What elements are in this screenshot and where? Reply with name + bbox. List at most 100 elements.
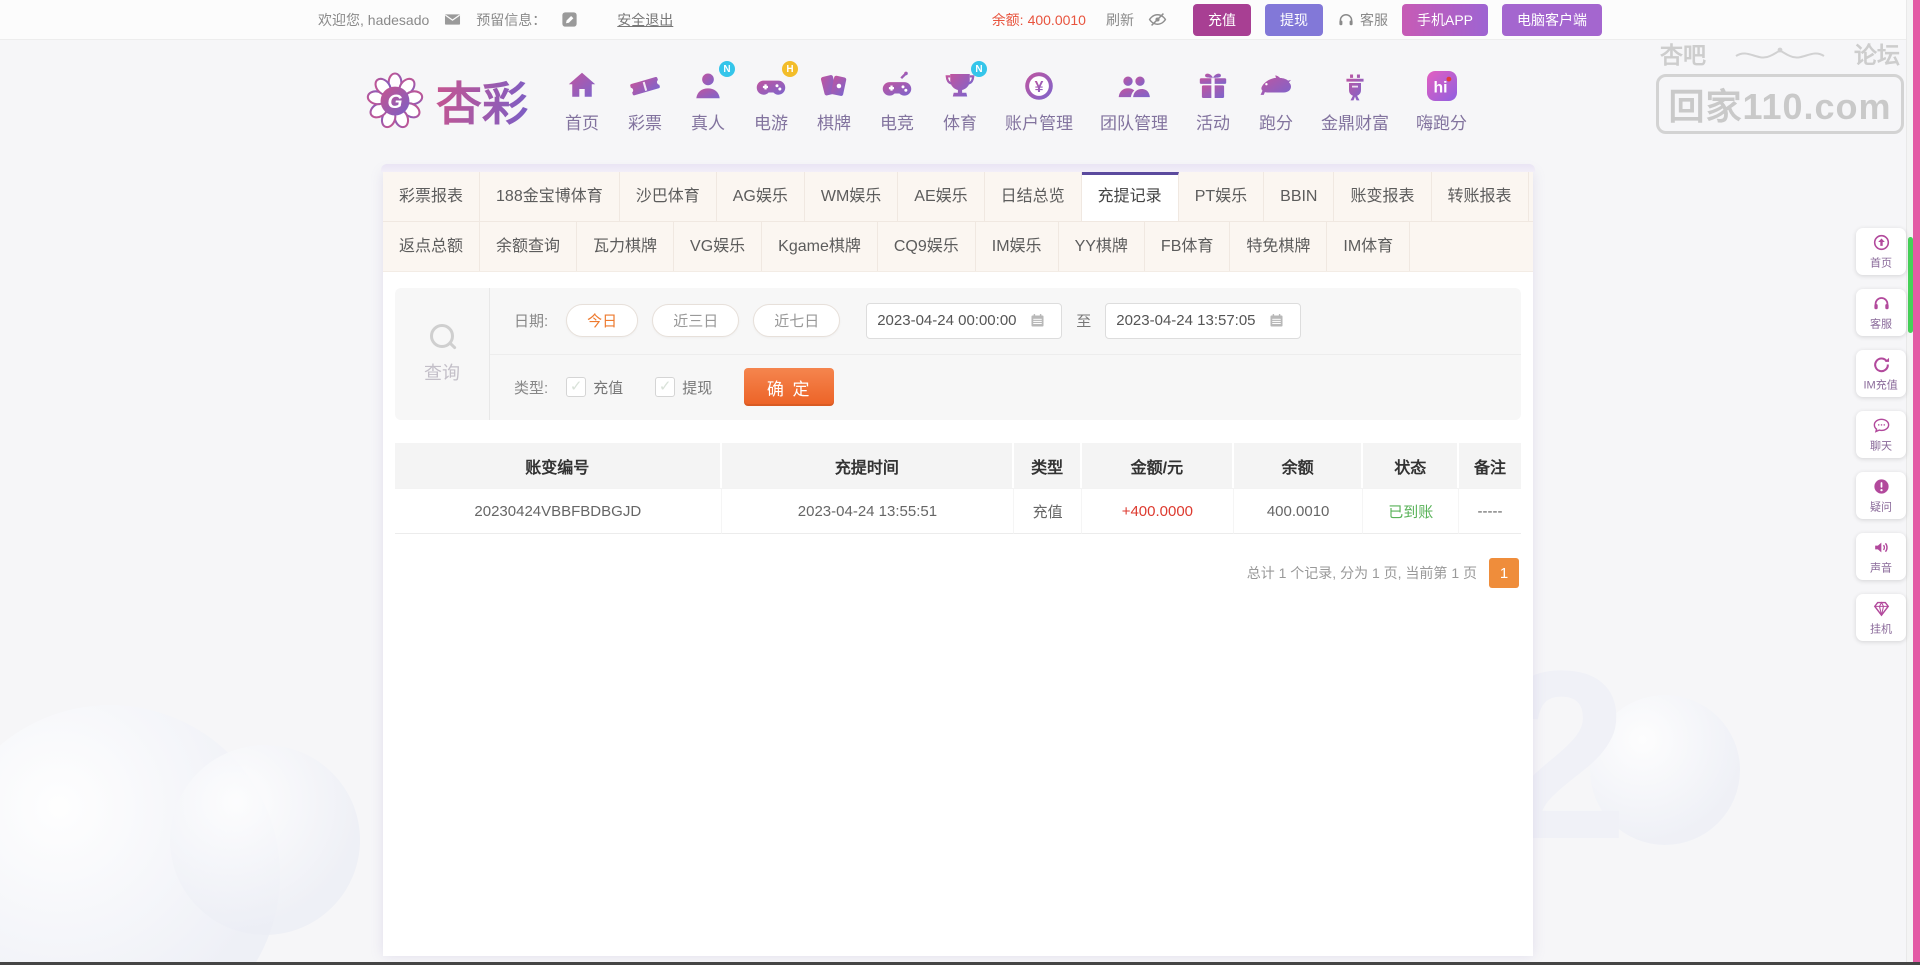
sidebar-item-idle[interactable]: 挂机 (1856, 594, 1906, 641)
sidebar-item-top[interactable]: 首页 (1856, 228, 1906, 275)
nav-item-jinding[interactable]: 金鼎财富 (1321, 68, 1389, 134)
gift-icon (1195, 68, 1231, 104)
decor-ball (1590, 695, 1740, 845)
tab-vg-yule[interactable]: VG娱乐 (674, 222, 762, 271)
esports-gamepad-icon (879, 68, 915, 104)
sidebar-item-im-recharge[interactable]: IM充值 (1856, 350, 1906, 397)
tab-temian-qipai[interactable]: 特免棋牌 (1230, 222, 1327, 271)
col-header-balance: 余额 (1234, 443, 1363, 488)
type-label: 类型: (514, 377, 548, 398)
tab-im-tiyu[interactable]: IM体育 (1327, 222, 1410, 271)
page-1-button[interactable]: 1 (1489, 558, 1519, 588)
welcome-text: 欢迎您, hadesado (318, 10, 429, 30)
preset-3days-button[interactable]: 近三日 (652, 304, 739, 337)
sidebar-item-chat[interactable]: 聊天 (1856, 411, 1906, 458)
checkbox-deposit[interactable]: ✓ 充值 (566, 377, 623, 398)
pagination-summary: 总计 1 个记录, 分为 1 页, 当前第 1 页 (1247, 563, 1477, 583)
tab-im-yule[interactable]: IM娱乐 (976, 222, 1059, 271)
mobile-app-button[interactable]: 手机APP (1402, 4, 1488, 36)
checkbox-box[interactable]: ✓ (655, 377, 675, 397)
cell-remark: ----- (1459, 488, 1521, 534)
site-logo[interactable]: G 杏彩 (362, 68, 528, 134)
checkbox-box[interactable]: ✓ (566, 377, 586, 397)
nav-item-esports[interactable]: 电竞 (879, 68, 915, 134)
customer-service-link[interactable]: 客服 (1337, 10, 1388, 30)
records-table: 账变编号 充提时间 类型 金额/元 余额 状态 备注 20230424VBBFB… (395, 443, 1521, 534)
nav-item-hipaofen[interactable]: hi 嗨跑分 (1416, 68, 1467, 134)
preset-today-button[interactable]: 今日 (566, 304, 638, 337)
nav-item-home[interactable]: 首页 (564, 68, 600, 134)
cell-balance: 400.0010 (1234, 488, 1363, 534)
svg-text:¥: ¥ (1035, 79, 1044, 96)
tab-chongti-jilu-active[interactable]: 充提记录 (1082, 172, 1179, 221)
nav-item-account[interactable]: ¥ 账户管理 (1005, 68, 1073, 134)
gamepad-icon: H (753, 68, 789, 104)
mail-icon[interactable] (443, 10, 462, 29)
withdraw-button[interactable]: 提现 (1265, 4, 1323, 36)
home-icon (564, 68, 600, 104)
nav-item-lottery[interactable]: 彩票 (627, 68, 663, 134)
search-side-label: 查询 (395, 288, 490, 420)
nav-item-egames[interactable]: H 电游 (753, 68, 789, 134)
checkbox-withdraw[interactable]: ✓ 提现 (655, 377, 712, 398)
lottery-ticket-icon (627, 68, 663, 104)
calendar-icon[interactable] (1029, 312, 1046, 329)
confirm-button[interactable]: 确 定 (744, 368, 834, 406)
sidebar-item-sound[interactable]: 声音 (1856, 533, 1906, 580)
rhino-icon (1258, 68, 1294, 104)
date-to-input[interactable] (1105, 303, 1301, 339)
nav-item-activity[interactable]: 活动 (1195, 68, 1231, 134)
tab-zhangbian-baobiao[interactable]: 账变报表 (1334, 172, 1431, 221)
eye-slash-icon[interactable] (1148, 10, 1167, 29)
sidebar-item-service[interactable]: 客服 (1856, 289, 1906, 336)
reserved-info-label: 预留信息： (476, 10, 546, 30)
tabs-row-2: 返点总额 余额查询 瓦力棋牌 VG娱乐 Kgame棋牌 CQ9娱乐 IM娱乐 Y… (383, 222, 1533, 272)
tab-wm-yule[interactable]: WM娱乐 (805, 172, 898, 221)
col-header-type: 类型 (1014, 443, 1082, 488)
date-label: 日期: (514, 310, 548, 331)
tab-188jinbaobo-tiyu[interactable]: 188金宝博体育 (480, 172, 620, 221)
tab-cq9-yule[interactable]: CQ9娱乐 (878, 222, 976, 271)
nav-item-cards[interactable]: 棋牌 (816, 68, 852, 134)
nav-item-live[interactable]: N 真人 (690, 68, 726, 134)
nav-item-sports[interactable]: N 体育 (942, 68, 978, 134)
deposit-button[interactable]: 充值 (1193, 4, 1251, 36)
nav-item-team[interactable]: 团队管理 (1100, 68, 1168, 134)
tab-bbin[interactable]: BBIN (1264, 172, 1334, 221)
tab-ag-yule[interactable]: AG娱乐 (717, 172, 805, 221)
tab-wali-qipai[interactable]: 瓦力棋牌 (577, 222, 674, 271)
sidebar-item-question[interactable]: 疑问 (1856, 472, 1906, 519)
live-person-icon: N (690, 68, 726, 104)
col-header-amount: 金额/元 (1082, 443, 1234, 488)
pc-client-button[interactable]: 电脑客户端 (1502, 4, 1602, 36)
tab-ae-yule[interactable]: AE娱乐 (898, 172, 984, 221)
right-edge-stripe (1913, 0, 1920, 965)
recharge-cycle-icon (1872, 355, 1891, 374)
calendar-icon[interactable] (1268, 312, 1285, 329)
tab-zhuanzhang-baobiao[interactable]: 转账报表 (1432, 172, 1529, 221)
logout-link[interactable]: 安全退出 (617, 10, 673, 30)
nav-item-paofen[interactable]: 跑分 (1258, 68, 1294, 134)
col-header-change-id: 账变编号 (395, 443, 722, 488)
cell-type: 充值 (1014, 488, 1082, 534)
site-header: G 杏彩 首页 彩票 N 真人 H (0, 40, 1920, 162)
refresh-button[interactable]: 刷新 (1106, 10, 1134, 30)
cell-time: 2023-04-24 13:55:51 (722, 488, 1015, 534)
date-from-input[interactable] (866, 303, 1062, 339)
tab-fb-tiyu[interactable]: FB体育 (1145, 222, 1230, 271)
tab-kgame-qipai[interactable]: Kgame棋牌 (762, 222, 878, 271)
preset-7days-button[interactable]: 近七日 (753, 304, 840, 337)
edit-pencil-icon[interactable] (560, 10, 579, 29)
magnifier-icon (427, 323, 457, 353)
yen-coin-icon: ¥ (1021, 68, 1057, 104)
tab-caipiao-baobiao[interactable]: 彩票报表 (383, 172, 480, 221)
page-scrollbar[interactable] (1906, 0, 1913, 965)
tab-fandian-zonge[interactable]: 返点总额 (383, 222, 480, 271)
tab-shaba-tiyu[interactable]: 沙巴体育 (620, 172, 717, 221)
col-header-remark: 备注 (1459, 443, 1521, 488)
tab-yue-chaxun[interactable]: 余额查询 (480, 222, 577, 271)
tab-rijie-zonglan[interactable]: 日结总览 (985, 172, 1082, 221)
tab-pt-yule[interactable]: PT娱乐 (1179, 172, 1264, 221)
headset-icon (1872, 294, 1891, 313)
tab-yy-qipai[interactable]: YY棋牌 (1059, 222, 1145, 271)
